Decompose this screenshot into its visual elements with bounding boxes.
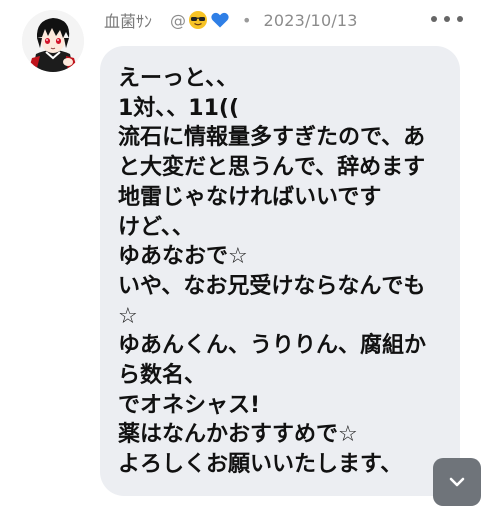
post-date[interactable]: 2023/10/13: [263, 11, 357, 30]
scroll-down-button[interactable]: [433, 458, 481, 506]
message-text: えーっと、、 1対、、11(( 流石に情報量多すぎたので、あ と大変だと思うんで…: [118, 64, 458, 480]
message-line: 流石に情報量多すぎたので、あ: [118, 125, 426, 151]
chevron-down-icon: [449, 477, 465, 487]
message-line: いや、なお兄受けならなんでも: [118, 273, 426, 299]
message-line: 1対、、11((: [118, 95, 240, 121]
more-options-button[interactable]: [431, 9, 463, 29]
message-line: ら数名、: [118, 363, 207, 389]
more-horizontal-icon: [457, 16, 463, 22]
message-line: よろしくお願いいたします、: [118, 452, 403, 478]
message-line: でオネシャス!: [118, 392, 261, 418]
message-line: 薬はなんかおすすめで☆: [118, 422, 358, 448]
blue-heart-emoji: [210, 10, 230, 30]
post-header: 血菌ｻﾝ @ • 2023/10/13: [104, 8, 358, 32]
message-line: と大変だと思うんで、辞めます: [118, 155, 426, 181]
message-line: 地雷じゃなければいいです: [118, 184, 382, 210]
message-line: ゆあんくん、うりりん、腐組か: [118, 333, 427, 359]
avatar-illustration: [22, 10, 84, 72]
message-line: ゆあなおで☆: [118, 244, 248, 270]
separator-dot: •: [242, 10, 252, 30]
message-line: けど、、: [118, 214, 194, 240]
author-name[interactable]: 血菌ｻﾝ: [104, 8, 152, 32]
post-container: 血菌ｻﾝ @ • 2023/10/13 えーっと、、 1対、、11(( 流石に情…: [0, 0, 493, 512]
more-horizontal-icon: [431, 16, 437, 22]
avatar[interactable]: [22, 10, 84, 72]
more-horizontal-icon: [444, 16, 450, 22]
author-handle[interactable]: @: [170, 11, 186, 30]
sunglasses-face-emoji: [188, 10, 208, 30]
message-line: ☆: [118, 303, 138, 329]
message-line: えーっと、、: [118, 66, 239, 91]
